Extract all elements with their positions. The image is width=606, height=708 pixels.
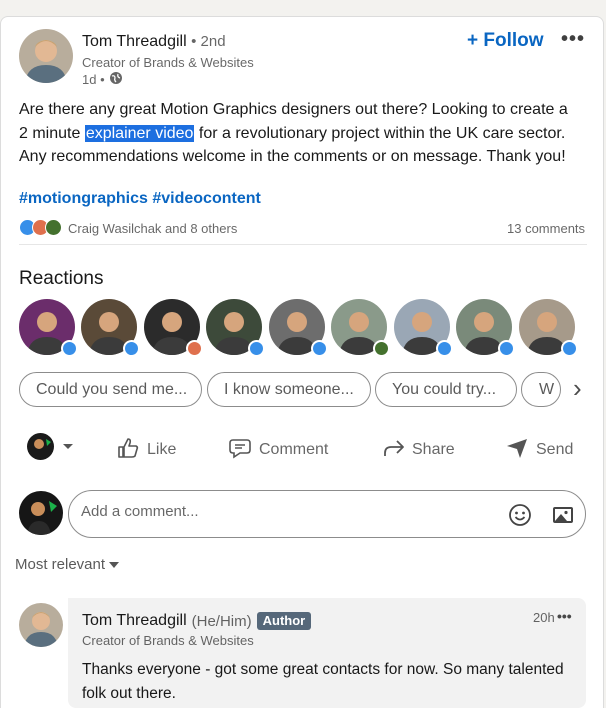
- comment-label: Comment: [259, 441, 329, 458]
- celebrate-icon: [45, 219, 62, 236]
- share-label: Share: [412, 441, 455, 458]
- caret-down-icon: [109, 556, 120, 573]
- commenter-headline: Creator of Brands & Websites: [82, 633, 254, 648]
- commenter-line: Tom Threadgill (He/Him) Author: [82, 612, 312, 630]
- reactor-avatar[interactable]: [519, 299, 578, 357]
- share-icon: [381, 436, 405, 465]
- reaction-icons[interactable]: [19, 219, 65, 236]
- reactor-avatar[interactable]: [269, 299, 328, 357]
- suggestion-chip[interactable]: Could you send me...: [19, 372, 202, 407]
- celebrate-icon: [373, 340, 390, 357]
- send-icon: [505, 436, 529, 465]
- divider: [19, 244, 587, 245]
- reactor-avatar[interactable]: [81, 299, 140, 357]
- actor-selector[interactable]: [27, 433, 74, 460]
- caret-down-icon: [62, 438, 74, 456]
- reactor-avatar[interactable]: [19, 299, 78, 357]
- author-line: Tom Threadgill • 2nd: [82, 33, 226, 51]
- like-icon: [561, 340, 578, 357]
- thumbs-up-icon: [116, 436, 140, 465]
- comment-time: 20h: [533, 610, 555, 625]
- comment-button[interactable]: Comment: [228, 436, 328, 464]
- commenter-avatar[interactable]: [19, 603, 63, 647]
- reactor-avatar[interactable]: [456, 299, 515, 357]
- like-button[interactable]: Like: [116, 436, 176, 464]
- reactor-avatar[interactable]: [394, 299, 453, 357]
- love-icon: [186, 340, 203, 357]
- share-button[interactable]: Share: [381, 436, 455, 464]
- suggestion-chip[interactable]: I know someone...: [207, 372, 371, 407]
- comment-input[interactable]: [81, 503, 481, 520]
- commenter-pronouns: (He/Him): [191, 612, 252, 630]
- post-meta: 1d •: [82, 71, 123, 88]
- actor-avatar: [27, 433, 54, 460]
- globe-icon: [109, 71, 123, 88]
- connection-degree: • 2nd: [191, 33, 226, 50]
- comment-more-button[interactable]: •••: [557, 608, 572, 624]
- suggestion-chip[interactable]: W: [521, 372, 561, 407]
- reactors-count[interactable]: Craig Wasilchak and 8 others: [68, 221, 237, 236]
- emoji-icon[interactable]: [508, 503, 532, 532]
- like-icon: [61, 340, 78, 357]
- post-hashtags[interactable]: #motiongraphics #videocontent: [19, 190, 261, 208]
- like-icon: [436, 340, 453, 357]
- sort-dropdown[interactable]: Most relevant: [15, 556, 120, 573]
- like-icon: [311, 340, 328, 357]
- comment-field[interactable]: [68, 490, 586, 538]
- like-label: Like: [147, 441, 177, 458]
- sort-label: Most relevant: [15, 556, 106, 573]
- reactions-title: Reactions: [19, 268, 104, 289]
- post-more-button[interactable]: •••: [561, 28, 585, 51]
- comment-icon: [228, 436, 252, 465]
- like-icon: [123, 340, 140, 357]
- follow-button[interactable]: + Follow: [467, 30, 544, 52]
- viewer-avatar: [19, 491, 63, 535]
- post-time: 1d •: [82, 72, 105, 87]
- image-icon[interactable]: [551, 503, 575, 532]
- comment-text: Thanks everyone - got some great contact…: [82, 661, 564, 702]
- author-badge: Author: [256, 612, 312, 630]
- chevron-right-icon[interactable]: ›: [573, 373, 582, 404]
- like-icon: [498, 340, 515, 357]
- send-label: Send: [536, 441, 574, 458]
- commenter-name[interactable]: Tom Threadgill: [82, 612, 187, 630]
- like-icon: [248, 340, 265, 357]
- author-name[interactable]: Tom Threadgill: [82, 33, 187, 50]
- suggestion-chip[interactable]: You could try...: [375, 372, 517, 407]
- reactor-avatar[interactable]: [206, 299, 265, 357]
- reactor-avatar[interactable]: [331, 299, 390, 357]
- author-avatar[interactable]: [19, 29, 73, 83]
- comments-count[interactable]: 13 comments: [507, 221, 585, 236]
- post-body: Are there any great Motion Graphics desi…: [19, 98, 579, 169]
- send-button[interactable]: Send: [505, 436, 573, 464]
- reactor-avatar[interactable]: [144, 299, 203, 357]
- author-headline: Creator of Brands & Websites: [82, 55, 254, 70]
- post-body-highlight: explainer video: [84, 124, 195, 142]
